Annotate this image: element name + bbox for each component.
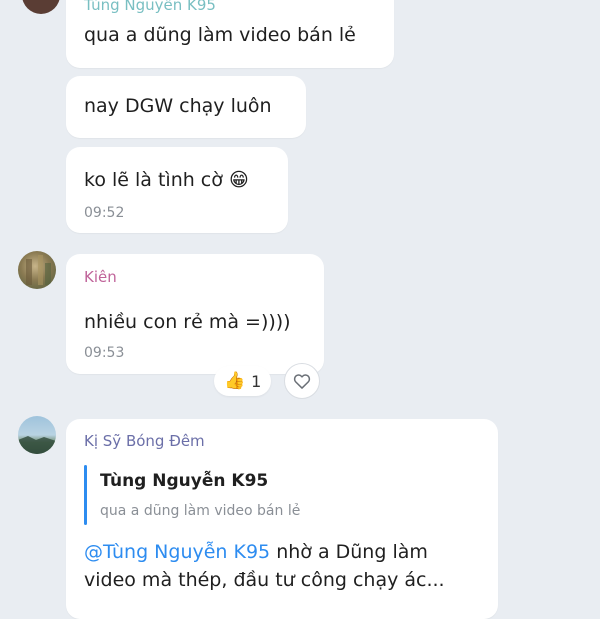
mention-link[interactable]: @Tùng Nguyễn K95: [84, 541, 270, 563]
avatar-kien[interactable]: [18, 251, 56, 289]
like-button[interactable]: [284, 363, 320, 399]
message-text: ko lẽ là tình cờ 😁: [84, 169, 249, 191]
avatar-kisy[interactable]: [18, 416, 56, 454]
message-bubble[interactable]: ko lẽ là tình cờ 😁 09:52: [66, 147, 288, 233]
thumbs-up-icon: 👍: [224, 371, 246, 391]
avatar-kien-image: [26, 255, 51, 285]
sender-name: Kị Sỹ Bóng Đêm: [84, 432, 205, 450]
message-text: qua a dũng làm video bán lẻ: [84, 24, 356, 46]
reaction-count: 1: [251, 371, 262, 391]
message-bubble[interactable]: Kiên nhiều con rẻ mà =)))) 09:53: [66, 254, 324, 374]
sender-name: Kiên: [84, 268, 117, 286]
quoted-message[interactable]: Tùng Nguyễn K95 qua a dũng làm video bán…: [84, 465, 474, 527]
avatar-kisy-image: [18, 436, 56, 454]
message-time: 09:52: [84, 205, 125, 221]
message-bubble[interactable]: Tùng Nguyễn K95 qua a dũng làm video bán…: [66, 0, 394, 68]
message-text: nay DGW chạy luôn: [84, 95, 272, 117]
quote-sender-name: Tùng Nguyễn K95: [100, 471, 269, 491]
quote-bar: [84, 465, 87, 525]
message-text: nhiều con rẻ mà =)))): [84, 311, 291, 333]
message-text-line: video mà thép, đầu tư công chạy ác...: [84, 569, 445, 591]
message-text-line: @Tùng Nguyễn K95 nhờ a Dũng làm: [84, 541, 428, 563]
reaction-summary[interactable]: 👍 1: [214, 366, 272, 396]
message-time: 09:53: [84, 345, 125, 361]
grin-emoji-icon: 😁: [228, 169, 249, 191]
message-text-part: nhờ a Dũng làm: [270, 541, 428, 563]
sender-name: Tùng Nguyễn K95: [84, 0, 216, 14]
avatar-top[interactable]: [22, 0, 60, 14]
message-bubble[interactable]: nay DGW chạy luôn: [66, 76, 306, 138]
heart-outline-icon: [293, 374, 311, 389]
quote-text: qua a dũng làm video bán lẻ: [100, 503, 301, 519]
message-text-content: ko lẽ là tình cờ: [84, 169, 223, 191]
message-bubble[interactable]: Kị Sỹ Bóng Đêm Tùng Nguyễn K95 qua a dũn…: [66, 419, 498, 619]
